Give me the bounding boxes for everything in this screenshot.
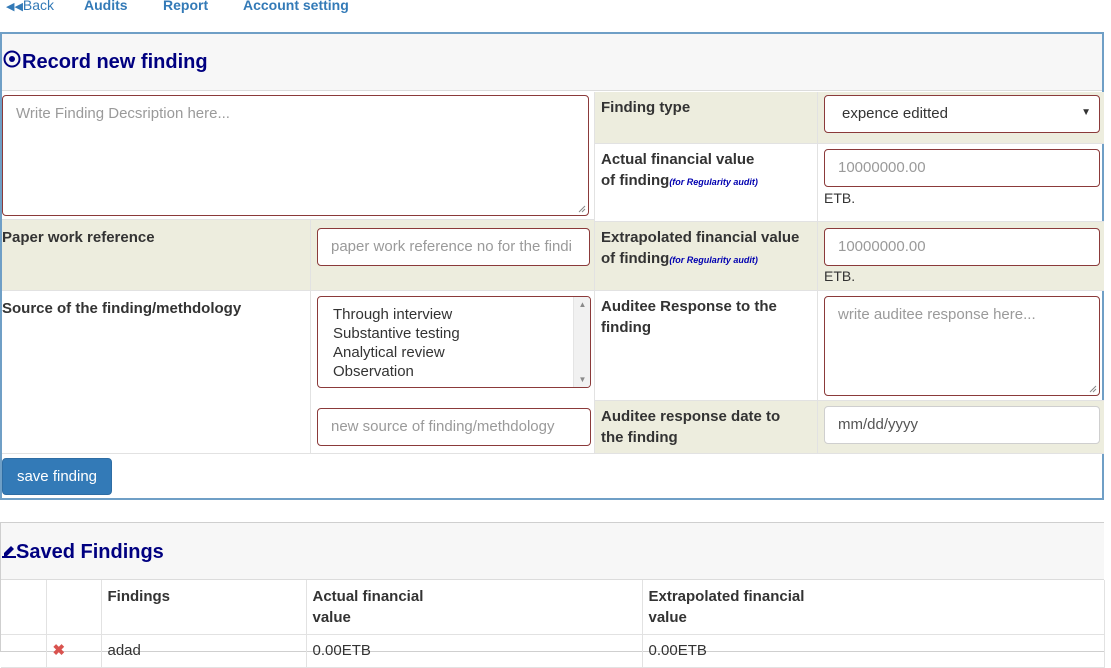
auditee-response-textarea[interactable]: write auditee response here... (824, 296, 1100, 396)
table-row[interactable]: ✖ adad 0.00ETB 0.00ETB (1, 634, 1105, 668)
source-option[interactable]: Through interview (318, 305, 590, 324)
extrapolated-currency: ETB. (824, 268, 856, 284)
top-nav: ◀◀Back Audits Report Account setting (0, 0, 1111, 22)
row-delete-cell[interactable]: ✖ (46, 634, 102, 668)
actual-value-input[interactable]: 10000000.00 (824, 149, 1100, 187)
action-column-header (46, 580, 102, 635)
record-finding-panel: Record new finding Write Finding Decsrip… (0, 32, 1104, 500)
response-date-input[interactable]: mm/dd/yyyy (824, 406, 1100, 444)
findings-column-header: Findings (101, 580, 307, 635)
response-date-label-cell: Auditee response date to the finding (595, 401, 818, 454)
new-source-input[interactable]: new source of finding/methdology (317, 408, 591, 446)
paper-reference-label: Paper work reference (2, 229, 155, 246)
extrapolated-label: Extrapolated financial value of finding(… (601, 229, 800, 267)
saved-findings-table: Findings Actual financial value Extrapol… (1, 580, 1105, 668)
nav-report[interactable]: Report (163, 0, 208, 13)
radio-target-icon (2, 50, 22, 74)
listbox-scrollbar[interactable]: ▲ ▼ (573, 297, 590, 387)
saved-findings-panel: Saved Findings Findings Actual financial… (0, 522, 1105, 668)
actual-value-label-cell: Actual financial value of finding(for Re… (595, 144, 818, 222)
record-finding-title: Record new finding (22, 51, 208, 73)
nav-audits[interactable]: Audits (84, 0, 128, 13)
back-link[interactable]: ◀◀Back (6, 0, 54, 13)
row-select-cell[interactable] (1, 634, 47, 668)
actual-value-cell: 0.00ETB (306, 634, 643, 668)
description-cell: Write Finding Decsription here... (2, 92, 595, 220)
edit-pencil-icon (1, 541, 16, 564)
paper-reference-label-cell: Paper work reference (2, 220, 311, 291)
source-label-cell: Source of the finding/methdology (2, 291, 311, 454)
saved-findings-title: Saved Findings (16, 541, 164, 563)
nav-account-setting[interactable]: Account setting (243, 0, 349, 13)
finding-cell: adad (101, 634, 307, 668)
double-left-arrow-icon: ◀◀ (6, 1, 23, 13)
extrapolated-label-cell: Extrapolated financial value of finding(… (595, 222, 818, 291)
saved-findings-heading: Saved Findings (1, 523, 1104, 580)
actual-column-header: Actual financial value (306, 580, 643, 635)
extrapolated-value-input[interactable]: 10000000.00 (824, 228, 1100, 266)
source-cell: Through interview Substantive testing An… (311, 291, 595, 454)
regularity-note: (for Regularity audit) (669, 177, 758, 187)
source-option[interactable]: Observation (318, 362, 590, 381)
extrapolated-value-cell: 0.00ETB (642, 634, 1105, 668)
save-finding-button[interactable]: save finding (2, 458, 112, 495)
paper-reference-cell: paper work reference no for the findi (311, 220, 595, 291)
finding-description-textarea[interactable]: Write Finding Decsription here... (2, 95, 589, 216)
actual-value-label: Actual financial value of finding(for Re… (601, 151, 758, 189)
actual-value-cell: 10000000.00 ETB. (818, 144, 1104, 222)
response-label: Auditee Response to the finding (601, 298, 777, 336)
scroll-down-arrow-icon[interactable]: ▼ (574, 375, 590, 384)
delete-icon[interactable]: ✖ (53, 642, 66, 659)
source-listbox[interactable]: Through interview Substantive testing An… (317, 296, 591, 388)
actual-currency: ETB. (824, 190, 856, 206)
finding-type-cell: expence editted ▼ (818, 92, 1104, 144)
resize-handle-icon[interactable] (1089, 385, 1097, 393)
record-finding-heading: Record new finding (2, 34, 1102, 91)
scroll-up-arrow-icon[interactable]: ▲ (574, 300, 590, 309)
source-option[interactable]: Substantive testing (318, 324, 590, 343)
finding-type-label-cell: Finding type (595, 92, 818, 144)
regularity-note: (for Regularity audit) (669, 255, 758, 265)
response-cell: write auditee response here... (818, 291, 1104, 401)
dropdown-caret-icon: ▼ (1081, 107, 1091, 118)
extrapolated-value-cell: 10000000.00 ETB. (818, 222, 1104, 291)
source-option[interactable]: Analytical review (318, 343, 590, 362)
source-label: Source of the finding/methdology (2, 300, 242, 317)
response-date-cell: mm/dd/yyyy (818, 401, 1104, 454)
table-header-row: Findings Actual financial value Extrapol… (1, 580, 1105, 635)
finding-type-select[interactable]: expence editted ▼ (824, 95, 1100, 133)
response-date-label: Auditee response date to the finding (601, 408, 781, 446)
select-column-header (1, 580, 47, 635)
resize-handle-icon[interactable] (578, 205, 586, 213)
finding-type-label: Finding type (601, 99, 691, 116)
response-label-cell: Auditee Response to the finding (595, 291, 818, 401)
extrapolated-column-header: Extrapolated financial value (642, 580, 1105, 635)
paper-reference-input[interactable]: paper work reference no for the findi (317, 228, 590, 266)
